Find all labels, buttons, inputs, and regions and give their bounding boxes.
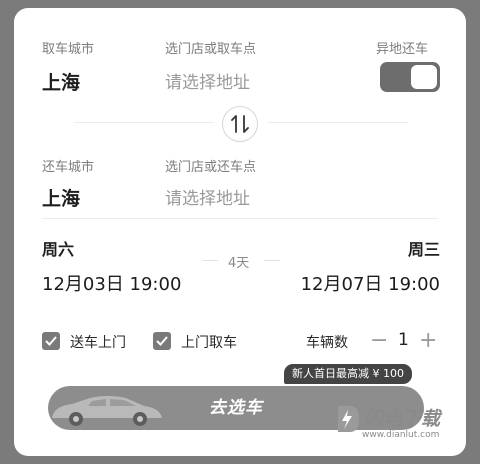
delivery-checkbox[interactable] bbox=[42, 332, 60, 350]
watermark-url: www.dianlut.com bbox=[362, 430, 440, 440]
dropoff-city[interactable]: 上海 bbox=[42, 184, 80, 211]
rental-duration: 4天 bbox=[228, 256, 250, 271]
promo-badge: 新人首日最高减 ¥ 100 bbox=[284, 364, 412, 384]
swap-locations-button[interactable] bbox=[222, 106, 258, 142]
decrement-button[interactable]: − bbox=[370, 330, 388, 352]
dropoff-city-label: 还车城市 bbox=[42, 160, 95, 175]
pickup-address-input[interactable]: 请选择地址 bbox=[165, 68, 250, 93]
watermark-logo-icon bbox=[338, 406, 359, 432]
rental-search-card: 取车城市 上海 选门店或取车点 请选择地址 异地还车 还车城市 上海 选门店或还… bbox=[14, 8, 466, 456]
pickup-city[interactable]: 上海 bbox=[42, 68, 80, 95]
end-datetime[interactable]: 12月07日 19:00 bbox=[301, 270, 440, 296]
diff-return-toggle[interactable] bbox=[380, 62, 440, 92]
divider-right bbox=[268, 122, 408, 123]
section-divider bbox=[42, 218, 438, 219]
duration-line-left bbox=[202, 260, 218, 261]
dropoff-address-input[interactable]: 请选择地址 bbox=[165, 184, 250, 209]
watermark: 闪电下载 www.dianlut.com bbox=[334, 400, 464, 450]
pickup-door-label: 上门取车 bbox=[181, 335, 237, 351]
toggle-knob bbox=[411, 65, 437, 89]
pickup-city-label: 取车城市 bbox=[42, 42, 95, 57]
end-weekday: 周三 bbox=[407, 240, 440, 259]
start-datetime[interactable]: 12月03日 19:00 bbox=[42, 270, 181, 296]
swap-arrows-icon bbox=[231, 115, 249, 133]
check-icon bbox=[156, 336, 168, 346]
pickup-door-checkbox[interactable] bbox=[153, 332, 171, 350]
pickup-store-label: 选门店或取车点 bbox=[165, 42, 257, 57]
vehicle-count-label: 车辆数 bbox=[306, 335, 348, 351]
check-icon bbox=[45, 336, 57, 346]
diff-return-label: 异地还车 bbox=[376, 42, 429, 57]
divider-left bbox=[74, 122, 214, 123]
duration-line-right bbox=[264, 260, 280, 261]
delivery-label: 送车上门 bbox=[70, 335, 126, 351]
watermark-name: 闪电下载 bbox=[364, 408, 441, 430]
start-weekday: 周六 bbox=[42, 240, 75, 259]
vehicle-count: 1 bbox=[398, 330, 409, 350]
dropoff-store-label: 选门店或还车点 bbox=[165, 160, 257, 175]
increment-button[interactable]: + bbox=[419, 330, 437, 352]
